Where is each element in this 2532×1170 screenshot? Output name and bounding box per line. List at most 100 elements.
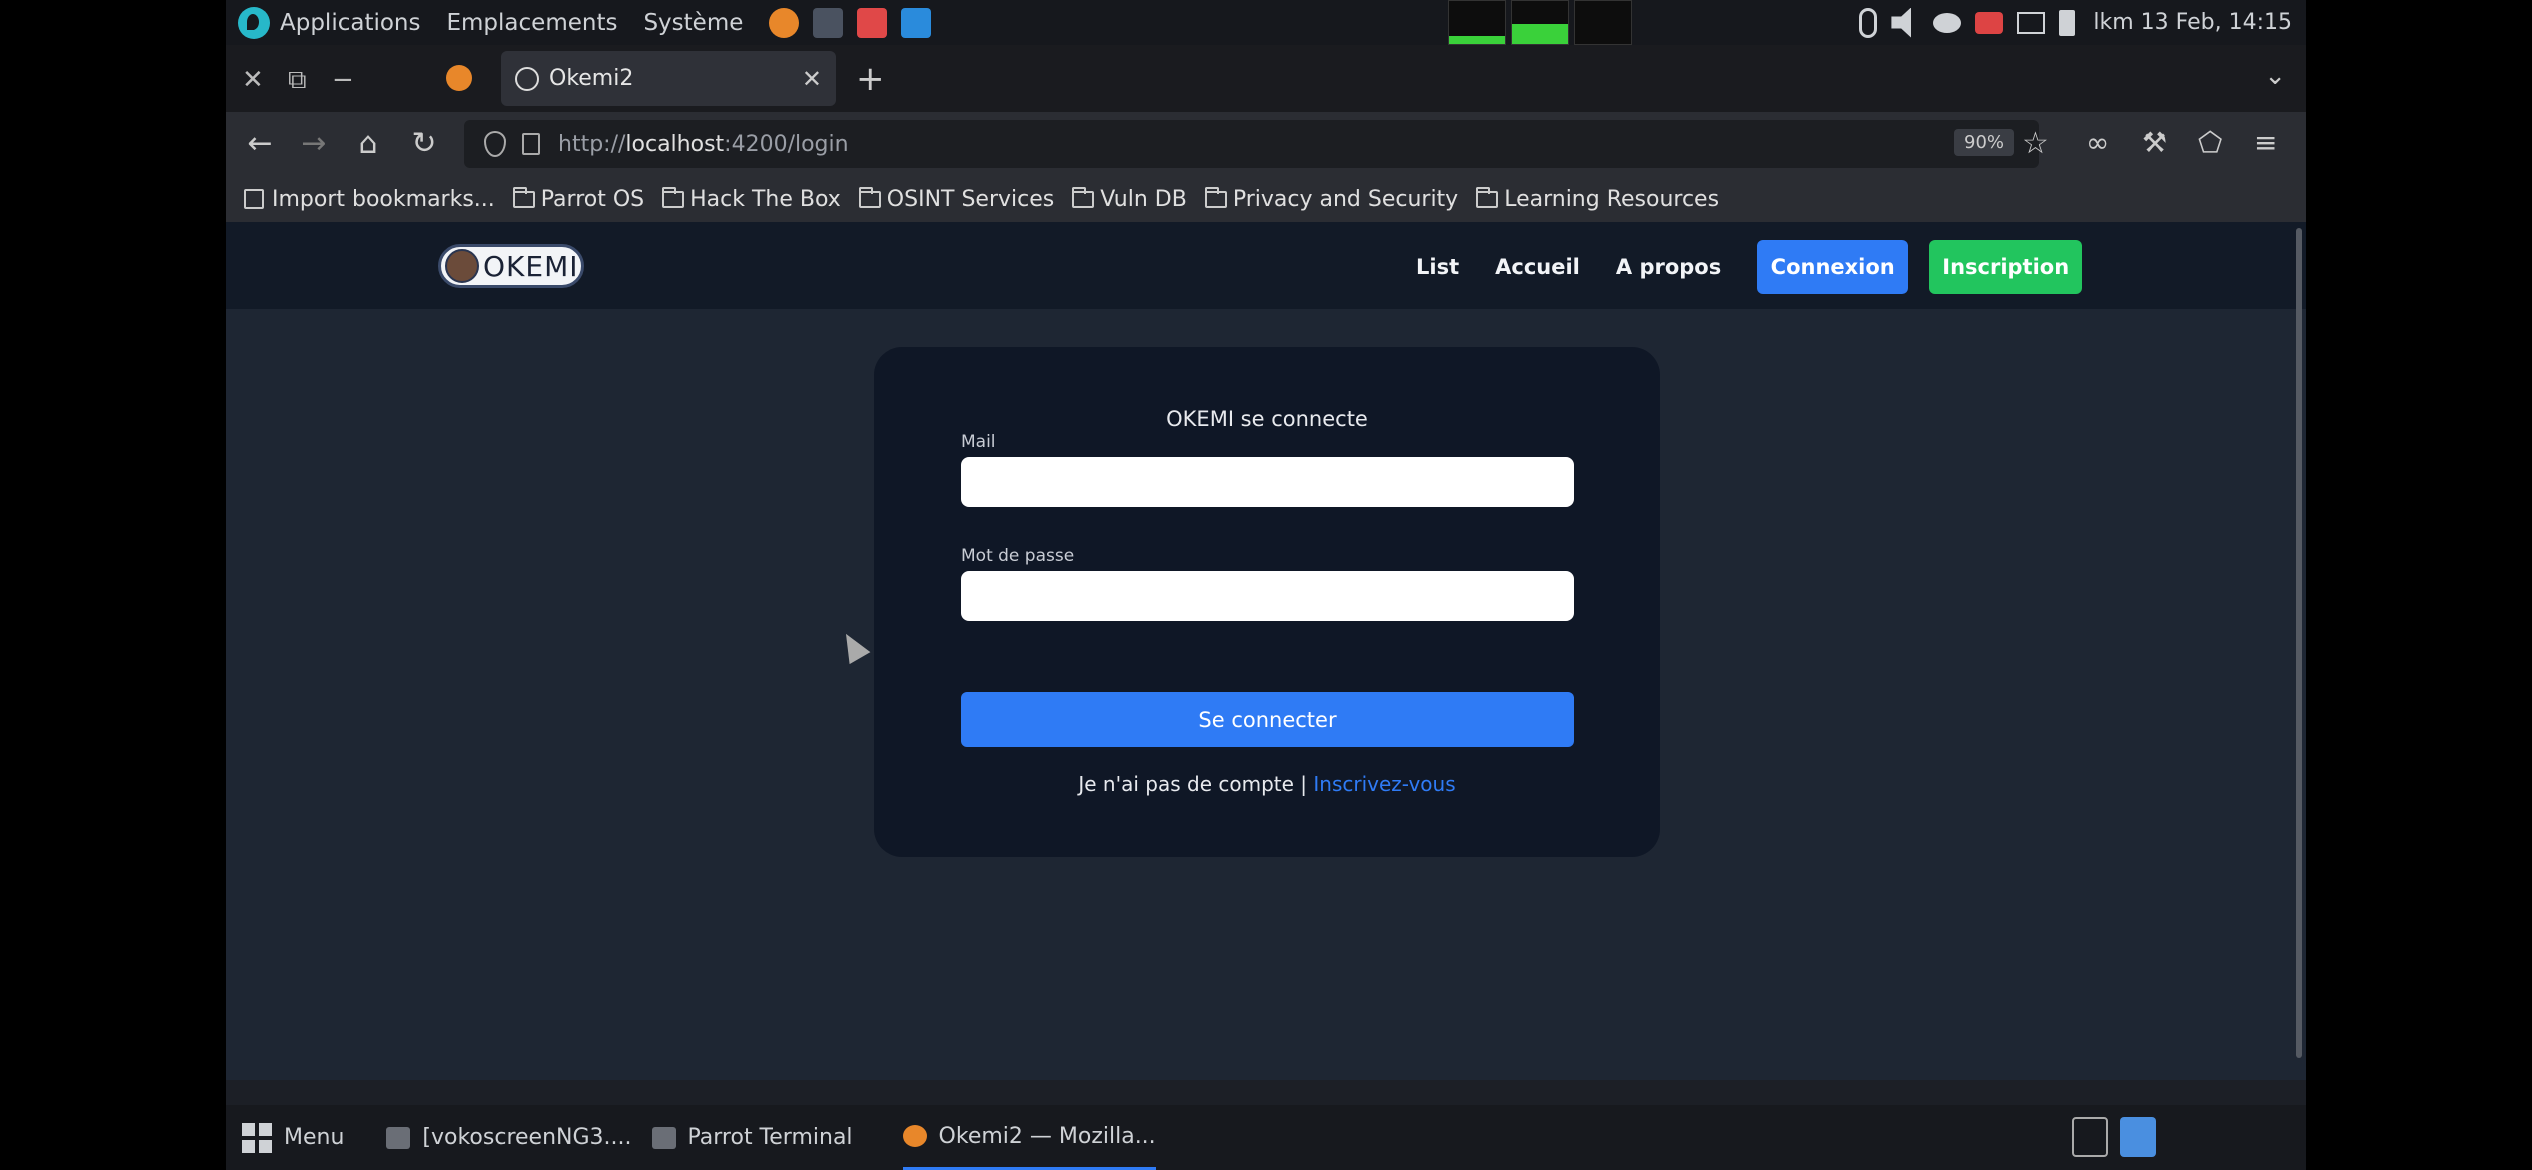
folder-icon bbox=[512, 186, 535, 208]
connexion-button[interactable]: Connexion bbox=[1757, 240, 1909, 294]
applications-menu[interactable]: Applications bbox=[280, 10, 421, 36]
display-icon[interactable] bbox=[2017, 11, 2046, 34]
task-parrot-terminal[interactable]: Parrot Terminal bbox=[651, 1125, 853, 1150]
nav-link-list[interactable]: List bbox=[1416, 255, 1459, 279]
extension-infinity-icon[interactable]: ∞ bbox=[2086, 126, 2109, 159]
url-prefix: http:// bbox=[558, 131, 626, 157]
extensions-icon[interactable]: ⬠ bbox=[2198, 126, 2222, 159]
forward-arrow-icon[interactable]: → bbox=[296, 126, 332, 161]
reload-icon[interactable]: ↻ bbox=[406, 126, 442, 161]
bookmark-star-icon[interactable]: ☆ bbox=[2022, 126, 2049, 161]
mouse-cursor-icon bbox=[835, 627, 871, 665]
workspace-2-button[interactable] bbox=[2120, 1117, 2156, 1157]
bookmark-label: Parrot OS bbox=[540, 186, 645, 212]
terminal-launcher-icon[interactable] bbox=[813, 7, 844, 38]
vokoscreen-icon bbox=[386, 1126, 411, 1149]
folder-icon bbox=[1204, 186, 1227, 208]
text-editor-launcher-icon[interactable] bbox=[857, 7, 888, 38]
memory-graph bbox=[1511, 0, 1569, 45]
firefox-launcher-icon[interactable] bbox=[769, 7, 800, 38]
places-menu[interactable]: Emplacements bbox=[447, 10, 618, 36]
url-bar[interactable]: http://localhost:4200/login bbox=[464, 120, 2039, 168]
site-navbar: OKEMI List Accueil A propos Connexion In… bbox=[226, 222, 2306, 309]
system-menu[interactable]: Système bbox=[643, 10, 743, 36]
bookmark-label: Vuln DB bbox=[1100, 186, 1187, 212]
menu-grid-icon[interactable] bbox=[242, 1122, 272, 1153]
bookmark-label: Hack The Box bbox=[690, 186, 841, 212]
bookmark-folder-privacy[interactable]: Privacy and Security bbox=[1204, 186, 1459, 212]
bookmark-folder-vuln-db[interactable]: Vuln DB bbox=[1072, 186, 1187, 212]
page-info-icon[interactable] bbox=[522, 133, 540, 155]
zoom-level-badge[interactable]: 90% bbox=[1954, 129, 2015, 156]
mail-field[interactable] bbox=[961, 457, 1574, 507]
parrot-os-logo-icon[interactable] bbox=[238, 6, 270, 39]
folder-icon bbox=[1072, 186, 1095, 208]
logo-text: OKEMI bbox=[483, 249, 579, 283]
task-vokoscreen[interactable]: [vokoscreenNG3.... bbox=[386, 1125, 632, 1150]
terminal-icon bbox=[651, 1126, 676, 1149]
bookmark-folder-learning[interactable]: Learning Resources bbox=[1476, 186, 1720, 212]
window-minimize-icon[interactable]: − bbox=[332, 65, 354, 95]
home-icon[interactable]: ⌂ bbox=[350, 126, 386, 161]
workspace-1-button[interactable] bbox=[2072, 1117, 2108, 1157]
logo-avatar-icon bbox=[445, 249, 479, 283]
nav-link-accueil[interactable]: Accueil bbox=[1495, 255, 1580, 279]
devtools-wrench-icon[interactable]: ⚒ bbox=[2142, 126, 2167, 159]
bookmark-folder-hack-the-box[interactable]: Hack The Box bbox=[662, 186, 841, 212]
bookmark-label: Privacy and Security bbox=[1232, 186, 1459, 212]
web-page: OKEMI List Accueil A propos Connexion In… bbox=[226, 222, 2306, 1080]
firefox-view-icon[interactable] bbox=[446, 65, 472, 91]
notification-icon[interactable] bbox=[1975, 11, 2004, 34]
browser-tab-bar: ✕ ⧉ − Okemi2 ✕ + ⌄ bbox=[226, 45, 2306, 112]
hamburger-menu-icon[interactable]: ≡ bbox=[2254, 126, 2277, 159]
mail-label: Mail bbox=[961, 432, 996, 452]
tracking-protection-shield-icon[interactable] bbox=[484, 131, 506, 157]
window-close-icon[interactable]: ✕ bbox=[242, 65, 264, 95]
volume-icon[interactable] bbox=[1891, 7, 1911, 38]
nav-link-a-propos[interactable]: A propos bbox=[1616, 255, 1721, 279]
bookmark-folder-parrot-os[interactable]: Parrot OS bbox=[512, 186, 645, 212]
password-label: Mot de passe bbox=[961, 546, 1075, 566]
system-tray: lkm 13 Feb, 14:15 bbox=[1845, 0, 2292, 45]
list-all-tabs-chevron-icon[interactable]: ⌄ bbox=[2264, 61, 2286, 91]
task-firefox-okemi2[interactable]: Okemi2 — Mozilla... bbox=[902, 1105, 1156, 1170]
password-field[interactable] bbox=[961, 571, 1574, 621]
new-tab-icon[interactable]: + bbox=[856, 59, 885, 99]
clock[interactable]: lkm 13 Feb, 14:15 bbox=[2093, 10, 2292, 35]
vscode-launcher-icon[interactable] bbox=[901, 7, 932, 38]
task-label: Okemi2 — Mozilla... bbox=[938, 1123, 1156, 1149]
tab-close-icon[interactable]: ✕ bbox=[802, 65, 822, 93]
login-submit-button[interactable]: Se connecter bbox=[961, 692, 1574, 747]
url-path: :4200/login bbox=[724, 131, 849, 157]
back-arrow-icon[interactable]: ← bbox=[242, 126, 278, 161]
task-label: [vokoscreenNG3.... bbox=[422, 1125, 632, 1150]
no-account-text: Je n'ai pas de compte | bbox=[1078, 772, 1308, 796]
microphone-icon[interactable] bbox=[1859, 7, 1878, 38]
folder-icon bbox=[1476, 186, 1499, 208]
folder-icon bbox=[858, 186, 881, 208]
tab-favicon-icon bbox=[515, 66, 539, 91]
bookmark-folder-osint[interactable]: OSINT Services bbox=[858, 186, 1055, 212]
site-nav-links: List Accueil A propos Connexion Inscript… bbox=[1416, 240, 2083, 294]
bookmark-label: Learning Resources bbox=[1504, 186, 1720, 212]
okemi-logo[interactable]: OKEMI bbox=[438, 244, 584, 288]
page-scrollbar[interactable] bbox=[2296, 228, 2302, 1058]
bookmark-label: Import bookmarks... bbox=[272, 186, 495, 212]
tab-okemi2[interactable]: Okemi2 ✕ bbox=[501, 51, 836, 106]
cloud-icon[interactable] bbox=[1933, 12, 1962, 33]
import-icon bbox=[244, 189, 264, 209]
bookmark-import[interactable]: Import bookmarks... bbox=[244, 187, 495, 212]
inscription-button[interactable]: Inscription bbox=[1929, 240, 2083, 294]
bookmark-label: OSINT Services bbox=[886, 186, 1055, 212]
browser-nav-bar: ← → ⌂ ↻ http://localhost:4200/login 90% … bbox=[226, 112, 2306, 176]
taskbar-menu-label[interactable]: Menu bbox=[284, 1125, 344, 1150]
bottom-taskbar: Menu [vokoscreenNG3.... Parrot Terminal … bbox=[226, 1105, 2306, 1170]
signup-link[interactable]: Inscrivez-vous bbox=[1313, 772, 1455, 796]
firefox-icon bbox=[902, 1125, 927, 1147]
battery-icon bbox=[2059, 9, 2076, 36]
window-restore-icon[interactable]: ⧉ bbox=[288, 65, 307, 96]
network-graph bbox=[1574, 0, 1632, 45]
url-host: localhost bbox=[625, 131, 725, 157]
workspace-switcher bbox=[2060, 1117, 2156, 1157]
system-top-panel: Applications Emplacements Système lkm 13… bbox=[226, 0, 2306, 45]
